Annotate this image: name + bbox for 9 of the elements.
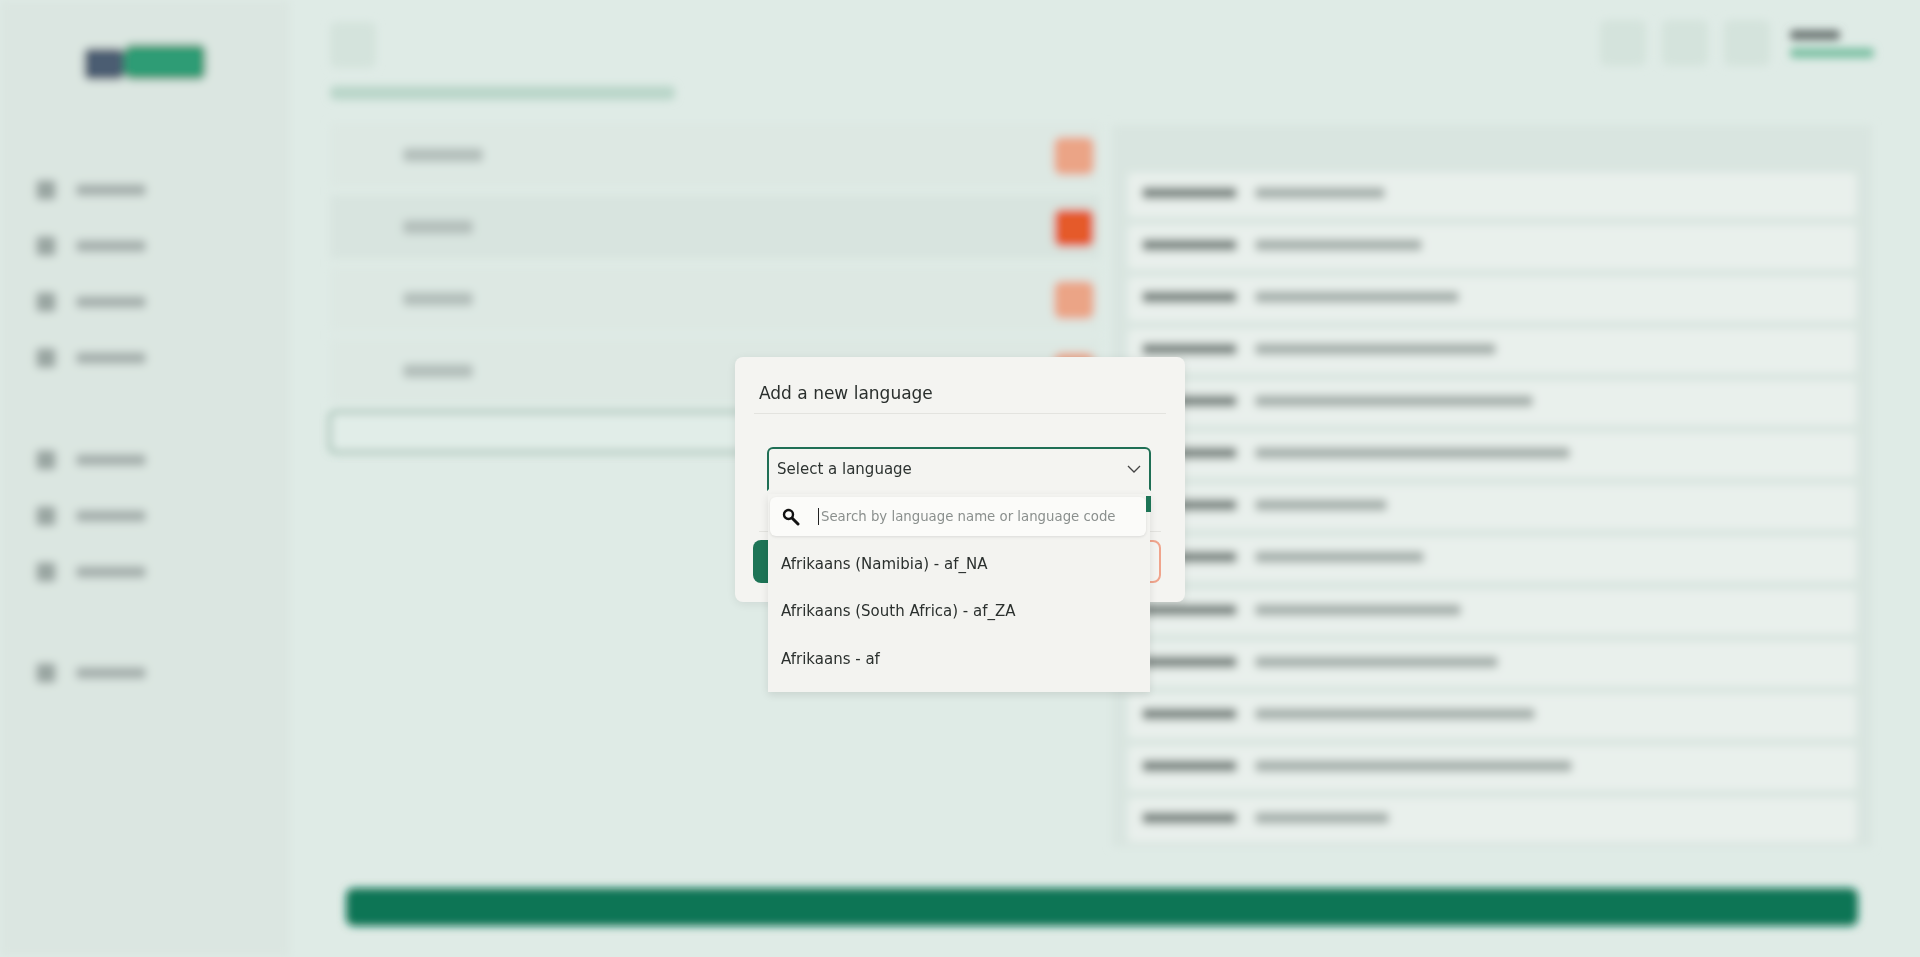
language-option[interactable]: Afrikaans (Namibia) - af_NA <box>768 540 1150 588</box>
search-icon <box>782 507 800 526</box>
chevron-down-icon <box>1127 465 1141 473</box>
language-select[interactable]: Select a language <box>767 447 1151 491</box>
language-option[interactable]: Afrikaans - af <box>768 635 1150 683</box>
search-field[interactable]: Search by language name or language code <box>770 497 1146 536</box>
scrollbar-thumb[interactable] <box>1146 496 1151 512</box>
language-option[interactable]: Afrikaans (South Africa) - af_ZA <box>768 587 1150 635</box>
dialog-title: Add a new language <box>754 357 1166 414</box>
